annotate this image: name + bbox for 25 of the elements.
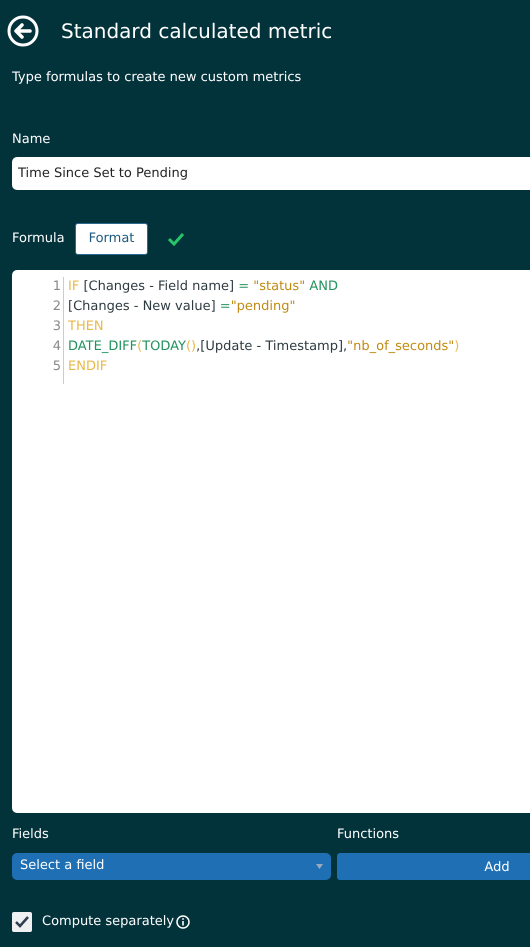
code-line: DATE_DIFF(TODAY(),[Update - Timestamp],"nb_of_seconds") xyxy=(68,338,460,356)
line-number: 3 xyxy=(52,318,61,336)
line-number: 1 xyxy=(52,278,61,296)
checkbox-label: Compute separately xyxy=(42,912,174,931)
name-label: Name xyxy=(12,132,50,146)
page-title: Standard calculated metric xyxy=(61,18,332,45)
line-number: 5 xyxy=(52,358,61,376)
info-icon[interactable] xyxy=(176,914,190,928)
name-field[interactable]: Time Since Set to Pending xyxy=(12,157,530,190)
fields-label: Fields xyxy=(12,826,50,844)
functions-label: Functions xyxy=(337,826,400,844)
dropdown-caret-icon xyxy=(316,864,323,868)
formula-label: Formula xyxy=(12,230,65,248)
code-line: THEN xyxy=(68,318,105,336)
line-number: 4 xyxy=(52,338,61,356)
code-line: IF [Changes - Field name] = "status" AND xyxy=(68,278,339,296)
line-number: 2 xyxy=(52,298,61,316)
format-button[interactable]: Format xyxy=(74,223,148,255)
code-line: [Changes - New value] ="pending" xyxy=(68,298,296,316)
formula-editor[interactable]: 1 2 3 4 5 IF [Changes - Field name] = "status" AND [Changes - New value] ="pending" THEN DATE_DIFF(TODAY(),[Update - Timestamp],"nb_of_seconds") ENDIF xyxy=(12,270,530,813)
page-description: Type formulas to create new custom metrics xyxy=(12,70,302,85)
add-function-button[interactable]: Add xyxy=(337,852,530,880)
field-select[interactable]: Select a field xyxy=(12,852,331,880)
code-line: ENDIF xyxy=(68,358,108,376)
checkbox[interactable] xyxy=(12,912,32,932)
